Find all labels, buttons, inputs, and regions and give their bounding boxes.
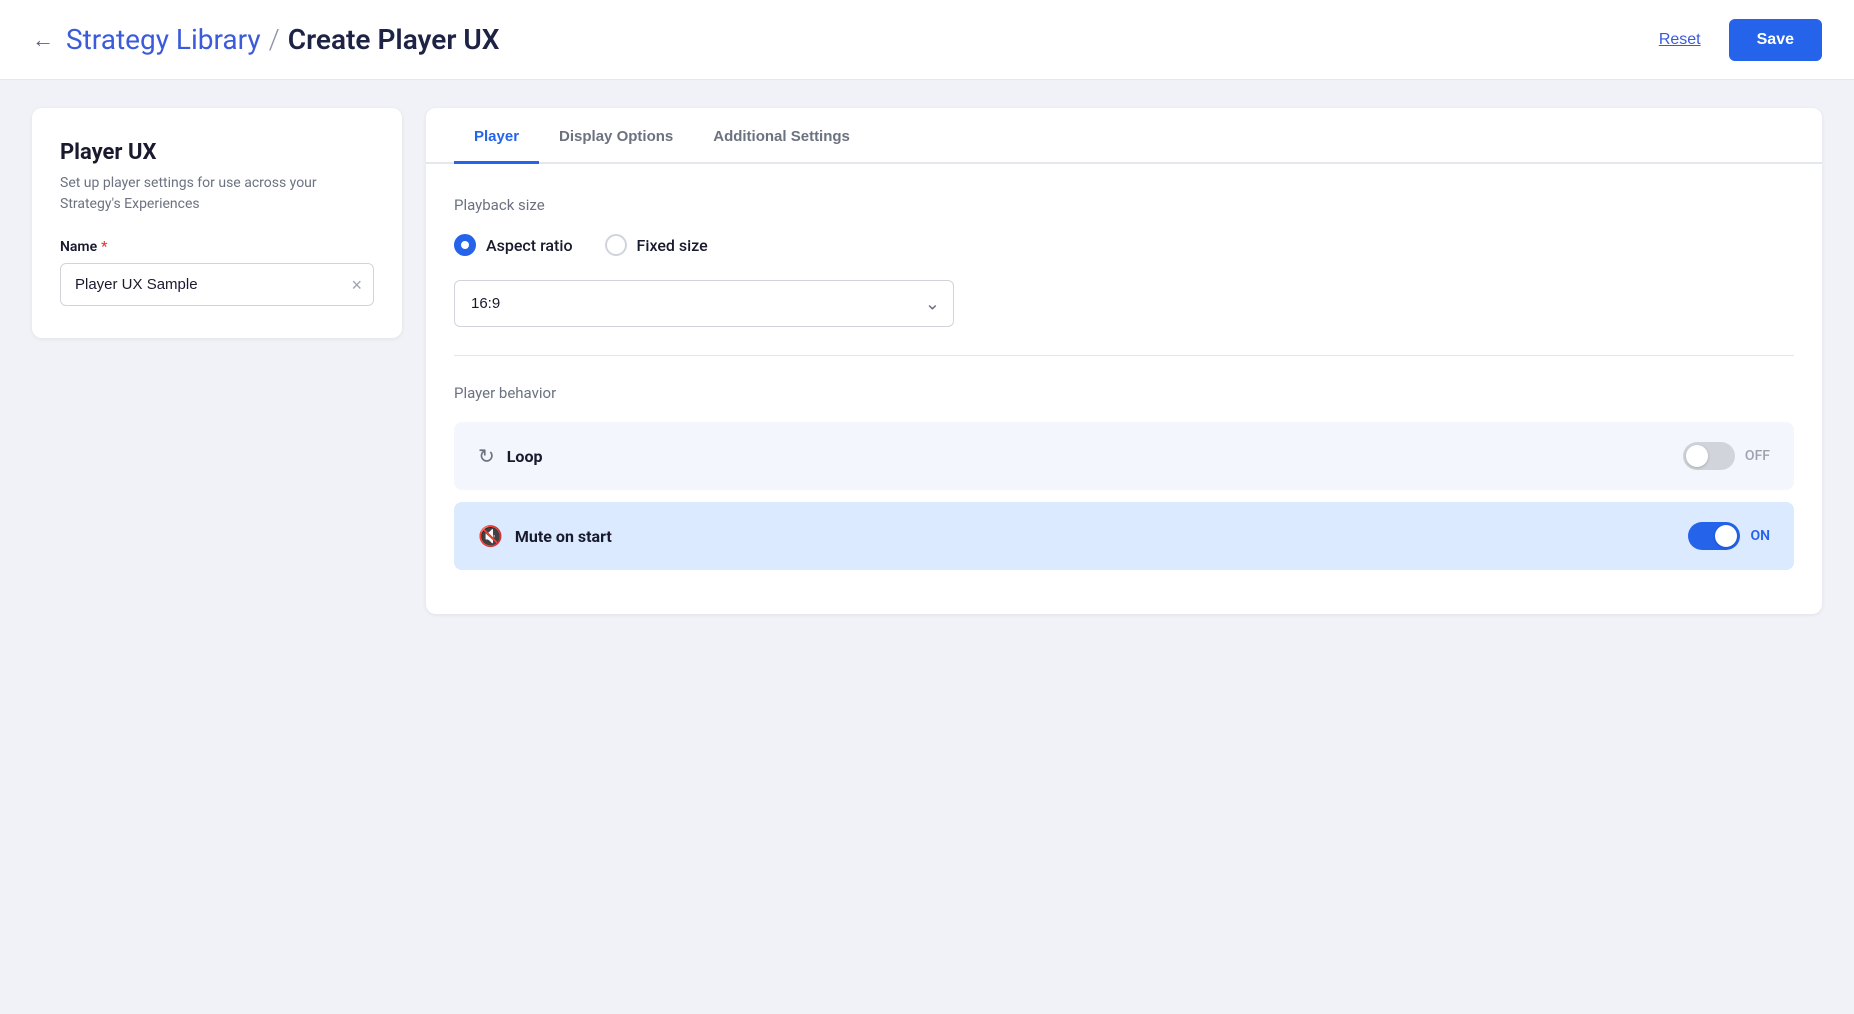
- mute-behavior-right: ON: [1688, 522, 1770, 550]
- mute-icon: 🔇: [478, 524, 503, 548]
- aspect-ratio-select[interactable]: 16:9 4:3 1:1: [454, 280, 954, 327]
- header-actions: Reset Save: [1647, 19, 1822, 61]
- loop-behavior-row: ↻ Loop OFF: [454, 422, 1794, 490]
- reset-button[interactable]: Reset: [1647, 23, 1713, 57]
- tab-content-player: Playback size Aspect ratio Fixed size 16…: [426, 164, 1822, 614]
- radio-fixed-size[interactable]: Fixed size: [605, 234, 708, 256]
- loop-toggle[interactable]: [1683, 442, 1735, 470]
- left-panel: Player UX Set up player settings for use…: [32, 108, 402, 338]
- mute-behavior-left: 🔇 Mute on start: [478, 524, 612, 548]
- header-left: ← Strategy Library / Create Player UX: [32, 23, 499, 56]
- loop-behavior-right: OFF: [1683, 442, 1770, 470]
- mute-behavior-row: 🔇 Mute on start ON: [454, 502, 1794, 570]
- required-indicator: *: [101, 239, 107, 255]
- breadcrumb: Strategy Library / Create Player UX: [66, 23, 499, 56]
- aspect-ratio-select-wrapper: 16:9 4:3 1:1 ⌄: [454, 280, 954, 327]
- back-button[interactable]: ←: [32, 27, 54, 53]
- right-panel: Player Display Options Additional Settin…: [426, 108, 1822, 614]
- mute-toggle-track: [1688, 522, 1740, 550]
- loop-icon: ↻: [478, 444, 495, 468]
- mute-toggle-thumb: [1715, 525, 1737, 547]
- mute-toggle-status: ON: [1750, 528, 1770, 544]
- loop-label: Loop: [507, 447, 543, 466]
- name-input[interactable]: [60, 263, 374, 306]
- panel-description: Set up player settings for use across yo…: [60, 173, 374, 215]
- radio-aspect-ratio-indicator: [454, 234, 476, 256]
- player-behavior-label: Player behavior: [454, 384, 1794, 402]
- app-header: ← Strategy Library / Create Player UX Re…: [0, 0, 1854, 80]
- tab-player[interactable]: Player: [454, 108, 539, 164]
- name-field-label: Name *: [60, 239, 374, 255]
- breadcrumb-separator: /: [269, 23, 280, 56]
- radio-aspect-ratio-label: Aspect ratio: [486, 236, 573, 255]
- section-divider: [454, 355, 1794, 356]
- radio-fixed-size-indicator: [605, 234, 627, 256]
- name-input-wrapper: ×: [60, 263, 374, 306]
- loop-toggle-thumb: [1686, 445, 1708, 467]
- breadcrumb-current-page: Create Player UX: [288, 23, 500, 56]
- loop-toggle-track: [1683, 442, 1735, 470]
- radio-fixed-size-label: Fixed size: [637, 236, 708, 255]
- main-content: Player UX Set up player settings for use…: [0, 80, 1854, 642]
- save-button[interactable]: Save: [1729, 19, 1822, 61]
- loop-behavior-left: ↻ Loop: [478, 444, 542, 468]
- panel-title: Player UX: [60, 140, 374, 165]
- mute-toggle[interactable]: [1688, 522, 1740, 550]
- tabs: Player Display Options Additional Settin…: [426, 108, 1822, 164]
- tab-display-options[interactable]: Display Options: [539, 108, 693, 164]
- mute-label: Mute on start: [515, 527, 612, 546]
- loop-toggle-status: OFF: [1745, 448, 1770, 464]
- radio-aspect-ratio[interactable]: Aspect ratio: [454, 234, 573, 256]
- name-input-clear-button[interactable]: ×: [351, 276, 362, 294]
- playback-size-radio-group: Aspect ratio Fixed size: [454, 234, 1794, 256]
- playback-size-label: Playback size: [454, 196, 1794, 214]
- breadcrumb-library[interactable]: Strategy Library: [66, 23, 261, 56]
- tab-additional-settings[interactable]: Additional Settings: [693, 108, 870, 164]
